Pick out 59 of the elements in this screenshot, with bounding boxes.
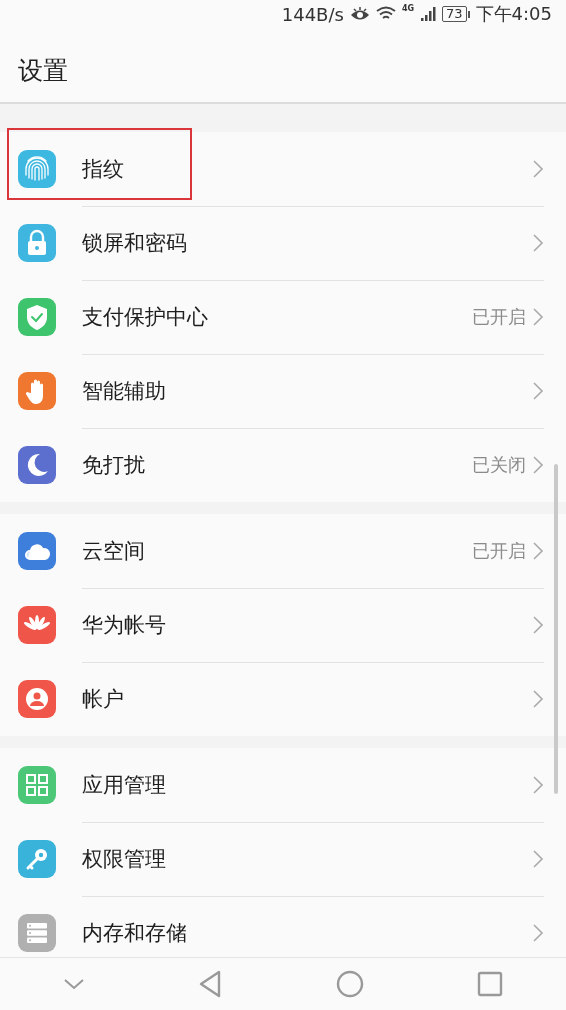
setting-label: 指纹	[82, 155, 125, 183]
setting-label: 华为帐号	[82, 611, 167, 639]
cloud-icon	[18, 532, 56, 570]
chevron-down-icon[interactable]	[62, 978, 85, 990]
settings-row[interactable]: 云空间 已开启	[0, 514, 566, 588]
setting-label: 内存和存储	[82, 920, 188, 947]
home-icon[interactable]	[335, 970, 364, 998]
settings-row[interactable]: 免打扰 已关闭	[0, 428, 566, 502]
status-value: 已开启	[472, 304, 526, 329]
chevron-right-icon	[532, 848, 544, 869]
chevron-right-icon	[532, 158, 544, 179]
chevron-right-icon	[532, 689, 544, 709]
settings-row[interactable]: 指纹	[0, 132, 566, 206]
petals-icon	[18, 606, 56, 644]
setting-label: 免打扰	[82, 452, 146, 479]
status-value: 已开启	[472, 538, 526, 563]
settings-row[interactable]: 锁屏和密码	[0, 206, 566, 280]
signal-icon	[420, 6, 437, 22]
setting-label: 云空间	[82, 537, 146, 565]
settings-row[interactable]: 内存和存储	[0, 896, 566, 957]
recent-apps-icon[interactable]	[477, 971, 504, 997]
shield-check-icon	[18, 298, 56, 336]
settings-row[interactable]: 应用管理	[0, 748, 566, 822]
battery-level: 73	[442, 6, 467, 22]
settings-row[interactable]: 权限管理	[0, 822, 566, 896]
chevron-right-icon	[532, 380, 544, 401]
page-title: 设置	[18, 55, 68, 87]
wifi-icon	[375, 6, 396, 22]
setting-label: 智能辅助	[82, 377, 167, 405]
person-icon	[18, 680, 56, 718]
chevron-right-icon	[532, 455, 544, 475]
network-type: 4G	[401, 4, 415, 13]
chevron-right-icon	[532, 923, 544, 943]
settings-row[interactable]: 智能辅助	[0, 354, 566, 428]
setting-label: 支付保护中心	[82, 303, 209, 331]
status-value: 已关闭	[472, 453, 526, 477]
setting-label: 权限管理	[82, 845, 167, 873]
key-icon	[18, 840, 56, 878]
chevron-right-icon	[532, 774, 544, 795]
settings-row[interactable]: 华为帐号	[0, 588, 566, 662]
network-speed: 144B/s	[281, 3, 344, 25]
hand-icon	[18, 372, 56, 410]
fingerprint-icon	[18, 150, 56, 188]
grid-icon	[18, 766, 56, 804]
setting-label: 锁屏和密码	[82, 229, 188, 257]
settings-row[interactable]: 帐户	[0, 662, 566, 736]
chevron-right-icon	[532, 614, 544, 635]
setting-label: 应用管理	[82, 771, 167, 799]
chevron-right-icon	[532, 232, 544, 253]
moon-icon	[18, 446, 56, 484]
clock: 下午4:05	[475, 2, 552, 26]
chevron-right-icon	[532, 540, 544, 561]
back-icon[interactable]	[198, 970, 223, 998]
eye-icon	[349, 6, 370, 22]
server-stack-icon	[18, 914, 56, 952]
setting-label: 帐户	[82, 686, 125, 713]
settings-row[interactable]: 支付保护中心 已开启	[0, 280, 566, 354]
padlock-icon	[18, 224, 56, 262]
chevron-right-icon	[532, 306, 544, 327]
